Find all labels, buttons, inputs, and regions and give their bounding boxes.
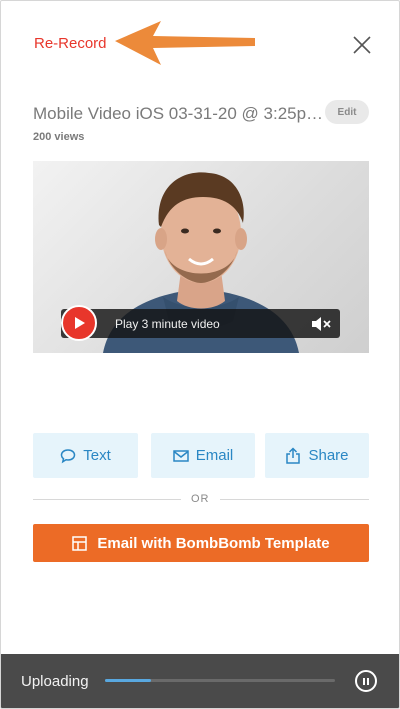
play-button[interactable] [61, 305, 97, 341]
template-icon [72, 535, 88, 551]
email-button[interactable]: Email [151, 433, 255, 478]
pause-upload-button[interactable] [355, 670, 377, 692]
divider-right [220, 499, 369, 500]
play-icon [75, 317, 85, 329]
pause-icon [362, 677, 370, 685]
view-count: 200 views [33, 131, 85, 143]
share-button-label: Share [308, 447, 349, 464]
envelope-icon [172, 449, 189, 462]
play-video-label: Play 3 minute video [115, 317, 220, 331]
edit-button[interactable]: Edit [325, 100, 369, 124]
share-icon [286, 446, 301, 464]
share-button[interactable]: Share [265, 433, 369, 478]
or-divider-label: OR [191, 493, 210, 505]
speech-bubble-icon [60, 448, 76, 463]
email-button-label: Email [195, 447, 234, 464]
close-icon[interactable] [351, 34, 373, 56]
email-template-label: Email with BombBomb Template [97, 534, 330, 552]
upload-progress-fill [105, 679, 151, 682]
rerecord-link[interactable]: Re-Record [34, 35, 107, 52]
text-button[interactable]: Text [33, 433, 138, 478]
upload-progress-track [105, 679, 335, 682]
mute-icon[interactable] [311, 316, 333, 332]
email-template-button[interactable]: Email with BombBomb Template [33, 524, 369, 562]
divider-left [33, 499, 181, 500]
uploading-label: Uploading [21, 673, 89, 690]
video-title: Mobile Video iOS 03-31-20 @ 3:25p… [33, 104, 324, 123]
share-screen: Re-Record Mobile Video iOS 03-31-20 @ 3:… [0, 0, 400, 709]
arrow-annotation-icon [115, 21, 255, 65]
text-button-label: Text [83, 447, 111, 464]
